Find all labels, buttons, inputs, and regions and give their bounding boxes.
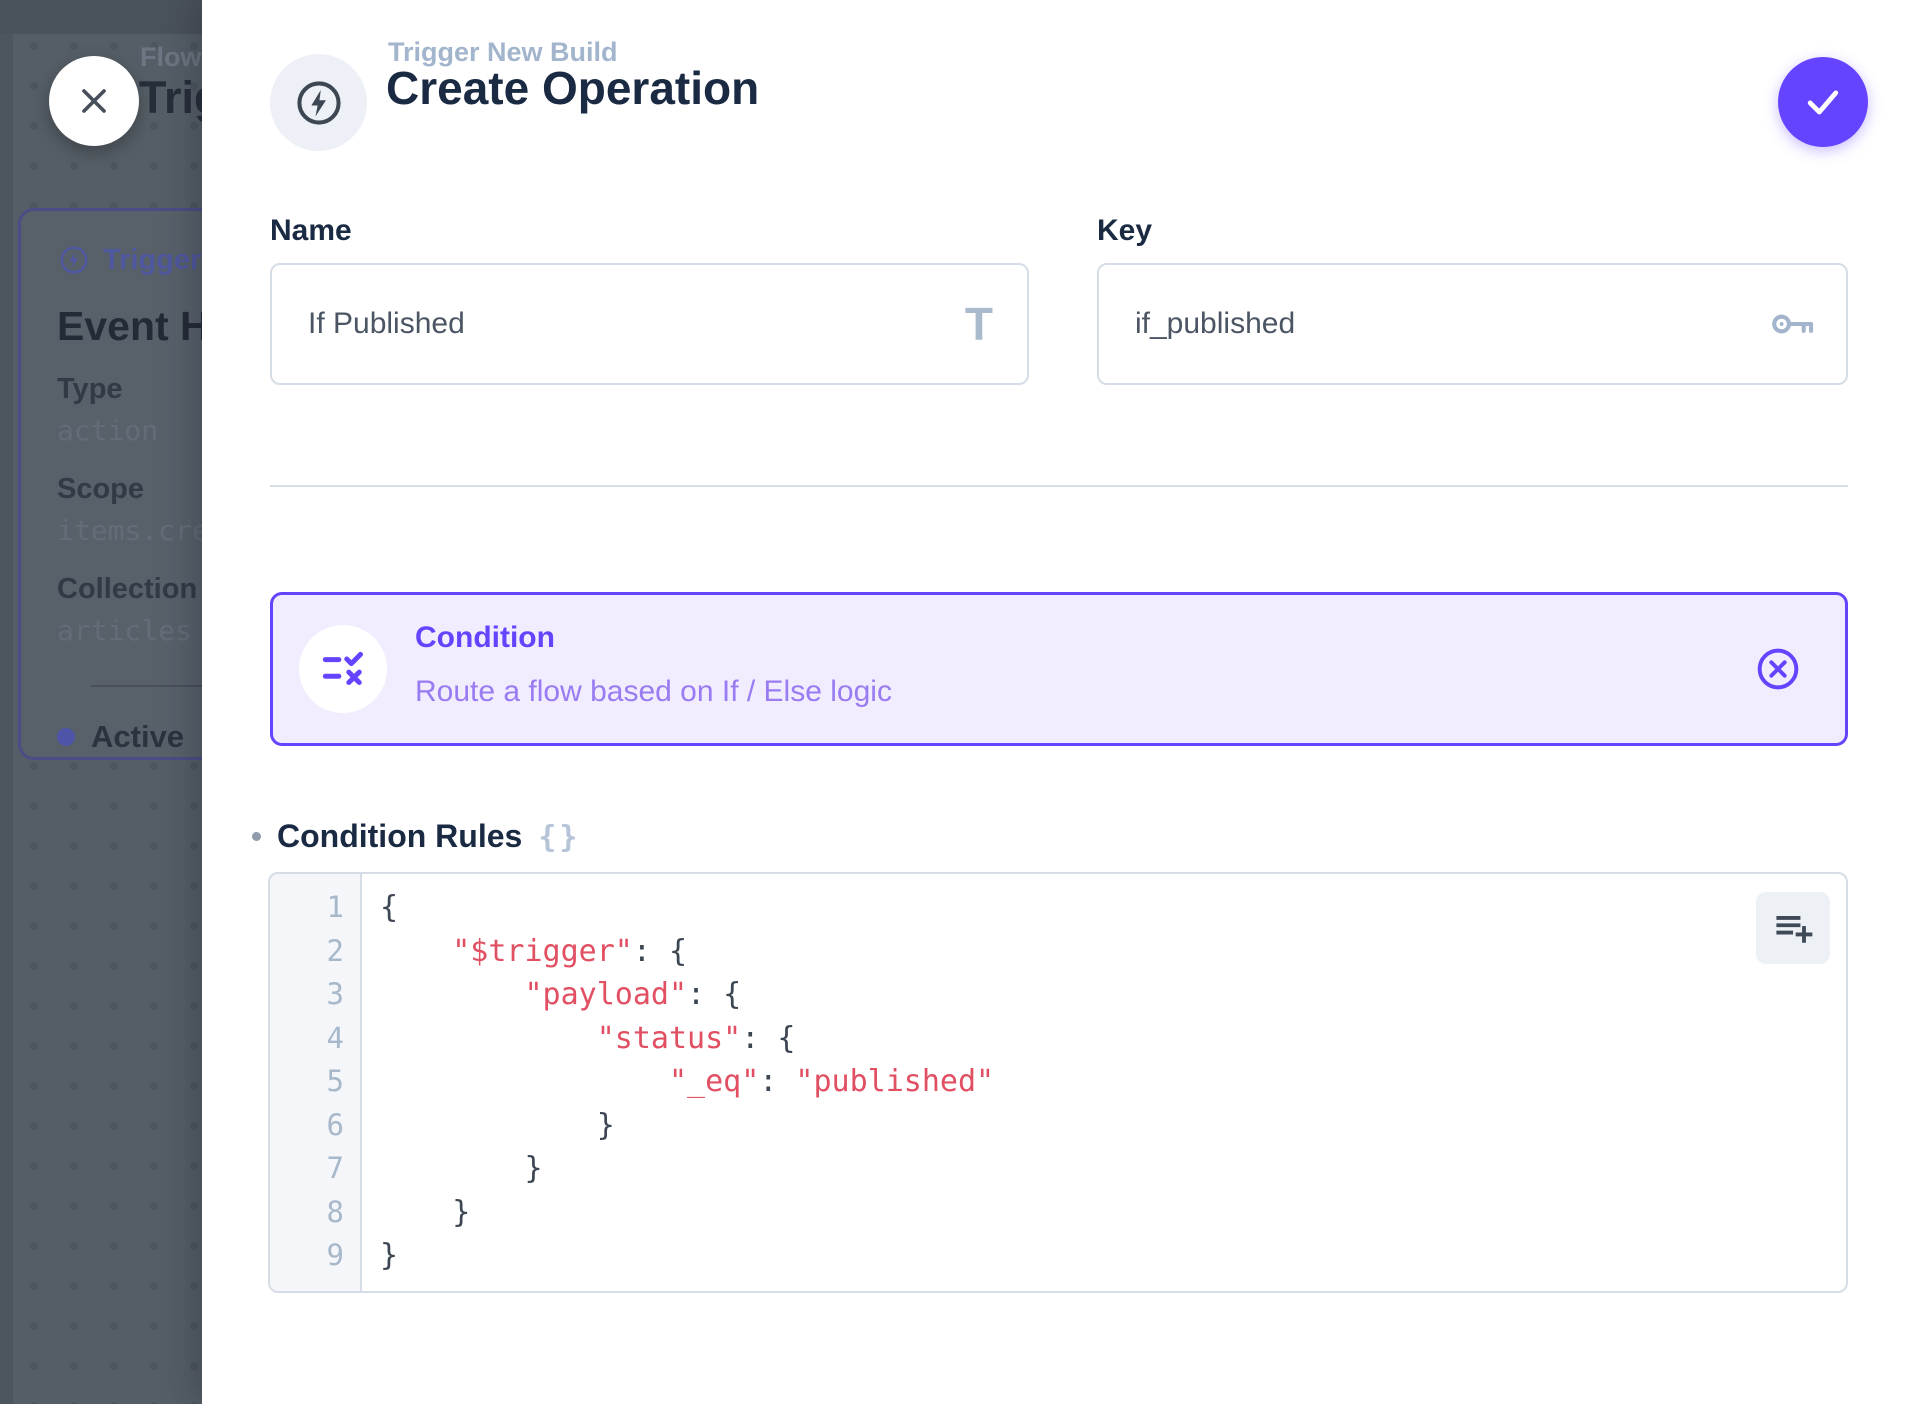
trigger-badge: Trigger xyxy=(57,243,201,277)
section-divider xyxy=(270,485,1848,487)
condition-rules-editor[interactable]: 123456789 { "$trigger": { "payload": { "… xyxy=(268,872,1848,1293)
line-number: 4 xyxy=(270,1017,344,1061)
condition-rules-header: Condition Rules {} xyxy=(252,818,580,855)
line-number: 8 xyxy=(270,1191,344,1235)
line-number-gutter: 123456789 xyxy=(270,874,362,1291)
code-line: } xyxy=(380,1104,1846,1148)
line-number: 5 xyxy=(270,1060,344,1104)
card-field-value: action xyxy=(57,414,202,447)
code-line: } xyxy=(380,1147,1846,1191)
card-field: Type action xyxy=(57,373,202,447)
rule-icon xyxy=(318,644,368,694)
condition-rules-label: Condition Rules xyxy=(277,818,522,855)
dimmed-module-bar xyxy=(0,34,13,1404)
screen: Flows Trig Trigger Event Ho Type action Sc… xyxy=(0,0,1906,1404)
line-number: 6 xyxy=(270,1104,344,1148)
title-case-icon[interactable]: T xyxy=(965,301,993,347)
raw-json-icon[interactable]: {} xyxy=(538,818,580,855)
name-field-label: Name xyxy=(270,214,352,248)
card-divider xyxy=(91,685,202,687)
playlist-add-icon xyxy=(1771,906,1815,950)
page-title: Trig xyxy=(139,72,202,124)
format-json-button[interactable] xyxy=(1756,892,1830,964)
bolt-circle-icon xyxy=(57,243,91,277)
line-number: 7 xyxy=(270,1147,344,1191)
code-line: } xyxy=(380,1234,1846,1278)
bolt-circle-icon xyxy=(292,76,346,130)
key-input-value: if_published xyxy=(1135,307,1295,341)
dimmed-background: Flows Trig Trigger Event Ho Type action Sc… xyxy=(0,0,202,1404)
trigger-card-heading: Event Ho xyxy=(57,303,202,350)
line-number: 1 xyxy=(270,886,344,930)
key-field-label: Key xyxy=(1097,214,1152,248)
line-number: 3 xyxy=(270,973,344,1017)
key-icon xyxy=(1766,298,1818,350)
card-field-value: articles xyxy=(57,614,202,647)
trigger-badge-label: Trigger xyxy=(103,244,201,277)
cancel-circle-icon xyxy=(1753,644,1803,694)
condition-subtitle: Route a flow based on If / Else logic xyxy=(415,675,892,709)
code-content[interactable]: { "$trigger": { "payload": { "status": {… xyxy=(362,874,1846,1291)
code-line: } xyxy=(380,1191,1846,1235)
close-icon xyxy=(74,81,114,121)
trigger-card-fields: Type action Scope items.cre Collection articl… xyxy=(57,373,202,673)
line-number: 9 xyxy=(270,1234,344,1278)
dimmed-header-band xyxy=(0,0,202,34)
status-label: Active xyxy=(91,719,184,755)
status-dot xyxy=(57,728,75,746)
edited-dot xyxy=(252,832,261,841)
status-toggle[interactable]: Active xyxy=(57,719,202,755)
card-field-label: Collection xyxy=(57,573,202,606)
condition-icon-circle xyxy=(299,625,387,713)
check-icon xyxy=(1801,80,1845,124)
code-line: "status": { xyxy=(380,1017,1846,1061)
breadcrumb: Flows xyxy=(140,42,202,73)
drawer-header-icon xyxy=(270,54,367,151)
condition-operation-panel[interactable]: Condition Route a flow based on If / Els… xyxy=(270,592,1848,746)
condition-title: Condition xyxy=(415,621,555,655)
close-drawer-button[interactable] xyxy=(49,56,139,146)
card-field: Scope items.cre xyxy=(57,473,202,547)
card-field-label: Type xyxy=(57,373,202,406)
name-input[interactable]: If Published T xyxy=(270,263,1029,385)
drawer-title: Create Operation xyxy=(386,61,759,115)
card-field: Collection articles xyxy=(57,573,202,647)
code-line: "payload": { xyxy=(380,973,1846,1017)
card-field-label: Scope xyxy=(57,473,202,506)
save-button[interactable] xyxy=(1778,57,1868,147)
create-operation-drawer: Trigger New Build Create Operation Name … xyxy=(202,0,1906,1404)
trigger-card: Trigger Event Ho Type action Scope items.cr… xyxy=(18,208,202,760)
line-number: 2 xyxy=(270,930,344,974)
remove-condition-button[interactable] xyxy=(1753,644,1803,694)
name-input-value: If Published xyxy=(308,307,465,341)
key-input[interactable]: if_published xyxy=(1097,263,1848,385)
card-field-value: items.cre xyxy=(57,514,202,547)
code-line: "$trigger": { xyxy=(380,930,1846,974)
code-line: "_eq": "published" xyxy=(380,1060,1846,1104)
code-line: { xyxy=(380,886,1846,930)
